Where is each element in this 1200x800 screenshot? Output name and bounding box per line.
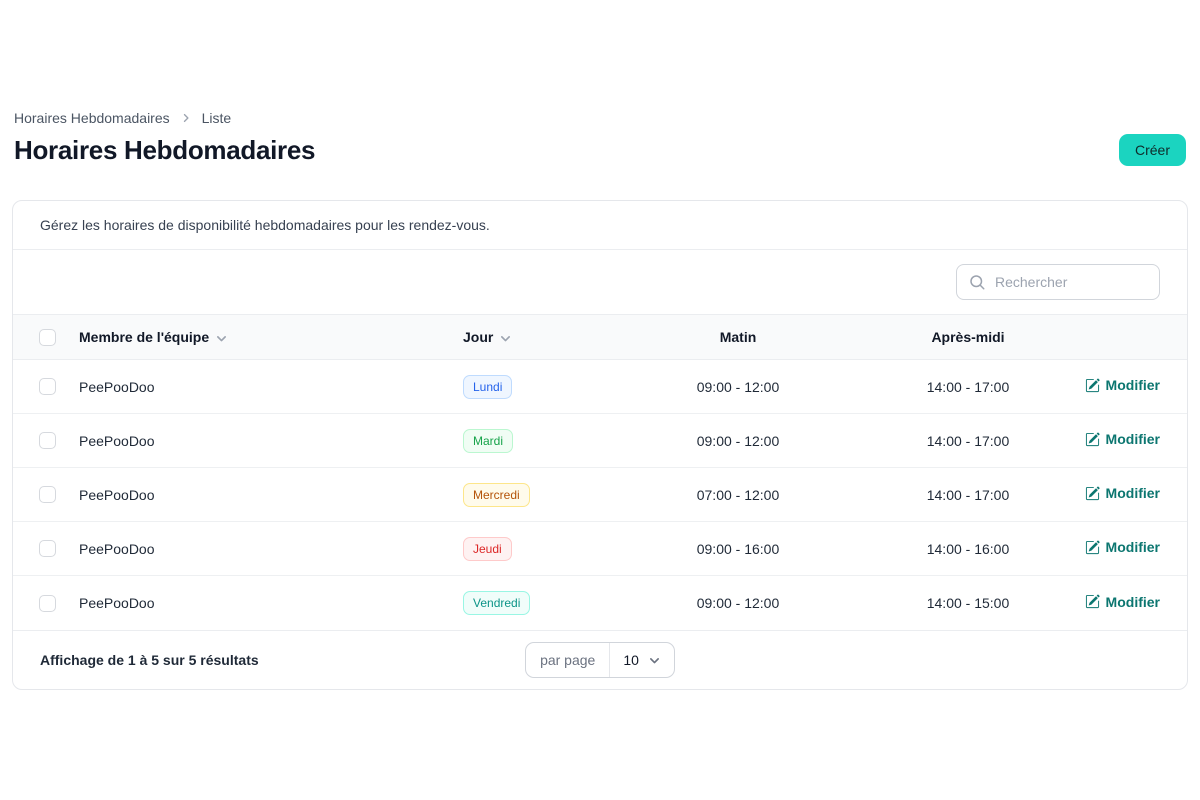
- morning-time: 09:00 - 12:00: [623, 414, 853, 468]
- afternoon-time: 14:00 - 17:00: [853, 468, 1083, 522]
- table-footer: Affichage de 1 à 5 sur 5 résultats par p…: [13, 630, 1187, 689]
- member-name: PeePooDoo: [79, 433, 155, 449]
- edit-icon: [1085, 540, 1100, 555]
- day-badge: Vendredi: [463, 591, 530, 615]
- row-checkbox[interactable]: [39, 540, 56, 557]
- member-cell: PeePooDoo: [79, 360, 463, 414]
- morning-time: 09:00 - 16:00: [623, 522, 853, 576]
- row-checkbox[interactable]: [39, 595, 56, 612]
- breadcrumb-separator-icon: [180, 112, 192, 124]
- day-badge: Lundi: [463, 375, 512, 399]
- modifier-label: Modifier: [1106, 431, 1160, 447]
- schedules-card: Gérez les horaires de disponibilité hebd…: [12, 200, 1188, 690]
- day-cell: Lundi: [463, 360, 623, 414]
- member-name: PeePooDoo: [79, 595, 155, 611]
- page-title: Horaires Hebdomadaires: [14, 135, 315, 166]
- column-header-afternoon: Après-midi: [853, 315, 1083, 360]
- member-name: PeePooDoo: [79, 487, 155, 503]
- column-header-day-label: Jour: [463, 329, 493, 345]
- breadcrumb-item-liste[interactable]: Liste: [202, 110, 232, 126]
- modifier-link[interactable]: Modifier: [1085, 377, 1160, 393]
- day-badge: Mardi: [463, 429, 513, 453]
- morning-time: 09:00 - 12:00: [623, 576, 853, 630]
- member-name: PeePooDoo: [79, 541, 155, 557]
- day-badge: Mercredi: [463, 483, 530, 507]
- edit-icon: [1085, 432, 1100, 447]
- table-header-row: Membre de l'équipe Jour: [13, 315, 1187, 360]
- member-name: PeePooDoo: [79, 379, 155, 395]
- edit-icon: [1085, 486, 1100, 501]
- afternoon-time: 14:00 - 16:00: [853, 522, 1083, 576]
- results-summary: Affichage de 1 à 5 sur 5 résultats: [40, 652, 525, 668]
- modifier-link[interactable]: Modifier: [1085, 539, 1160, 555]
- breadcrumb: Horaires Hebdomadaires Liste: [14, 110, 1186, 126]
- select-all-checkbox[interactable]: [39, 329, 56, 346]
- afternoon-time: 14:00 - 15:00: [853, 576, 1083, 630]
- morning-time: 09:00 - 12:00: [623, 360, 853, 414]
- day-cell: Mercredi: [463, 468, 623, 522]
- page-header: Horaires Hebdomadaires Créer: [14, 134, 1186, 166]
- row-checkbox[interactable]: [39, 378, 56, 395]
- morning-time: 07:00 - 12:00: [623, 468, 853, 522]
- column-header-member[interactable]: Membre de l'équipe: [79, 315, 463, 360]
- modifier-link[interactable]: Modifier: [1085, 485, 1160, 501]
- row-checkbox[interactable]: [39, 432, 56, 449]
- schedules-table: Membre de l'équipe Jour: [13, 314, 1187, 630]
- table-body: PeePooDoo Lundi 09:00 - 12:00 14:00 - 17…: [13, 360, 1187, 630]
- chevron-down-icon: [648, 654, 661, 667]
- member-cell: PeePooDoo: [79, 576, 463, 630]
- column-header-morning: Matin: [623, 315, 853, 360]
- create-button[interactable]: Créer: [1119, 134, 1186, 166]
- per-page-value: 10: [623, 652, 639, 668]
- modifier-label: Modifier: [1106, 377, 1160, 393]
- modifier-label: Modifier: [1106, 594, 1160, 610]
- per-page-label: par page: [526, 643, 610, 677]
- member-cell: PeePooDoo: [79, 468, 463, 522]
- column-header-member-label: Membre de l'équipe: [79, 329, 209, 345]
- table-row: PeePooDoo Jeudi 09:00 - 16:00 14:00 - 16…: [13, 522, 1187, 576]
- sort-chevron-icon: [499, 332, 512, 345]
- afternoon-time: 14:00 - 17:00: [853, 414, 1083, 468]
- member-cell: PeePooDoo: [79, 522, 463, 576]
- table-toolbar: [13, 250, 1187, 314]
- column-header-day[interactable]: Jour: [463, 315, 623, 360]
- afternoon-time: 14:00 - 17:00: [853, 360, 1083, 414]
- day-cell: Mardi: [463, 414, 623, 468]
- modifier-link[interactable]: Modifier: [1085, 594, 1160, 610]
- sort-chevron-icon: [215, 332, 228, 345]
- modifier-label: Modifier: [1106, 485, 1160, 501]
- day-cell: Vendredi: [463, 576, 623, 630]
- edit-icon: [1085, 378, 1100, 393]
- table-row: PeePooDoo Lundi 09:00 - 12:00 14:00 - 17…: [13, 360, 1187, 414]
- table-row: PeePooDoo Mercredi 07:00 - 12:00 14:00 -…: [13, 468, 1187, 522]
- day-badge: Jeudi: [463, 537, 512, 561]
- day-cell: Jeudi: [463, 522, 623, 576]
- member-cell: PeePooDoo: [79, 414, 463, 468]
- search-box: [956, 264, 1160, 300]
- modifier-link[interactable]: Modifier: [1085, 431, 1160, 447]
- page: Horaires Hebdomadaires Liste Horaires He…: [0, 110, 1200, 690]
- breadcrumb-item-horaires[interactable]: Horaires Hebdomadaires: [14, 110, 170, 126]
- search-input[interactable]: [956, 264, 1160, 300]
- modifier-label: Modifier: [1106, 539, 1160, 555]
- row-checkbox[interactable]: [39, 486, 56, 503]
- per-page-select[interactable]: par page 10: [525, 642, 675, 678]
- table-row: PeePooDoo Mardi 09:00 - 12:00 14:00 - 17…: [13, 414, 1187, 468]
- edit-icon: [1085, 594, 1100, 609]
- table-row: PeePooDoo Vendredi 09:00 - 12:00 14:00 -…: [13, 576, 1187, 630]
- card-description: Gérez les horaires de disponibilité hebd…: [13, 201, 1187, 250]
